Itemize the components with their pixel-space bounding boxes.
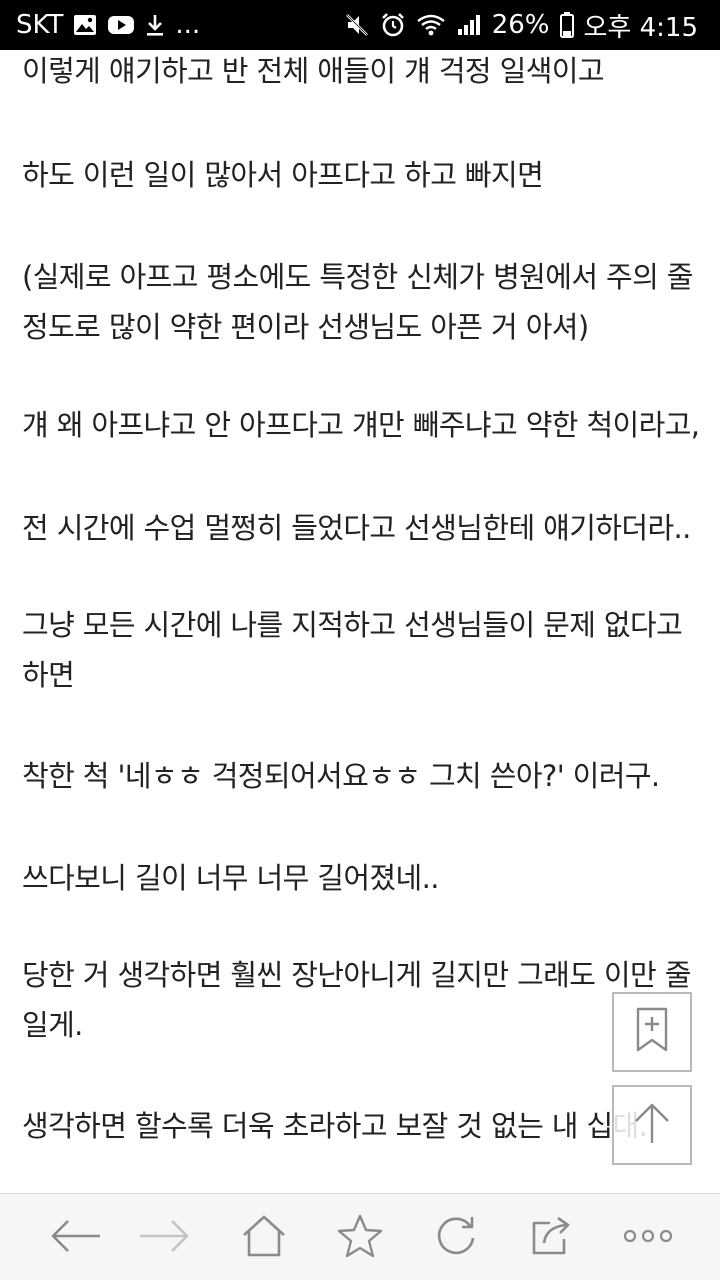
mute-icon — [344, 10, 370, 40]
paragraph-line: 당한 거 생각하면 훨씬 장난아니게 길지만 그래도 이만 줄 — [22, 958, 691, 992]
refresh-icon — [434, 1214, 478, 1262]
status-left: SKT ... — [16, 10, 200, 40]
paragraph: 이렇게 얘기하고 반 전체 애들이 걔 걱정 일색이고 — [22, 50, 698, 96]
arrow-up-icon — [632, 1101, 672, 1149]
bookmark-add-icon — [635, 1007, 669, 1057]
more-options-button[interactable] — [608, 1194, 688, 1281]
paragraph: 전 시간에 수업 멀쩡히 들었다고 선생님한테 얘기하더라.. — [22, 503, 698, 553]
paragraph-line: (실제로 아프고 평소에도 특정한 신체가 병원에서 주의 줄 — [22, 260, 693, 294]
star-icon — [337, 1214, 383, 1262]
more-icon — [622, 1228, 674, 1248]
status-bar: SKT ... 26% 오후 4:15 — [0, 0, 720, 50]
notification-overflow: ... — [175, 10, 201, 40]
carrier-label: SKT — [16, 10, 64, 40]
paragraph-line: 착한 척 '네ㅎㅎ 걱정되어서요ㅎㅎ 그치 쓴아?' 이러구. — [22, 759, 660, 793]
paragraph: (실제로 아프고 평소에도 특정한 신체가 병원에서 주의 줄 정도로 많이 약… — [22, 252, 698, 352]
home-icon — [241, 1215, 287, 1261]
back-arrow-icon — [50, 1219, 102, 1257]
paragraph-line: 일게. — [22, 1008, 83, 1042]
paragraph: 그냥 모든 시간에 나를 지적하고 선생님들이 문제 없다고 하면 — [22, 600, 698, 700]
paragraph-line: 하도 이런 일이 많아서 아프다고 하고 빠지면 — [22, 158, 544, 192]
alarm-icon — [380, 10, 406, 40]
add-bookmark-button[interactable] — [612, 992, 692, 1072]
signal-icon — [456, 10, 482, 40]
share-button[interactable] — [512, 1194, 592, 1281]
battery-percent: 26% — [491, 10, 550, 40]
paragraph: 쓰다보니 길이 너무 너무 길어졌네.. — [22, 853, 698, 903]
forward-button[interactable] — [124, 1194, 204, 1281]
paragraph: 당한 거 생각하면 훨씬 장난아니게 길지만 그래도 이만 줄 일게. — [22, 950, 698, 1050]
paragraph-line: 걔 왜 아프냐고 안 아프다고 걔만 빼주냐고 약한 척이라고, — [22, 408, 700, 442]
paragraph-line: 정도로 많이 약한 편이라 선생님도 아픈 거 아셔) — [22, 310, 589, 344]
paragraph-line: 전 시간에 수업 멀쩡히 들었다고 선생님한테 얘기하더라.. — [22, 511, 691, 545]
browser-toolbar — [0, 1193, 720, 1280]
clock-time: 오후 4:15 — [583, 12, 699, 43]
paragraph: 착한 척 '네ㅎㅎ 걱정되어서요ㅎㅎ 그치 쓴아?' 이러구. — [22, 751, 698, 801]
paragraph-line: 쓰다보니 길이 너무 너무 길어졌네.. — [22, 861, 439, 895]
back-button[interactable] — [36, 1194, 116, 1281]
forward-arrow-icon — [138, 1219, 190, 1257]
paragraph: 생각하면 할수록 더욱 초라하고 보잘 것 없는 내 십대. — [22, 1101, 698, 1151]
bookmark-button[interactable] — [320, 1194, 400, 1281]
paragraph: 걔 왜 아프냐고 안 아프다고 걔만 빼주냐고 약한 척이라고, — [22, 400, 700, 450]
refresh-button[interactable] — [416, 1194, 496, 1281]
share-icon — [530, 1215, 574, 1261]
home-button[interactable] — [224, 1194, 304, 1281]
wifi-icon — [416, 10, 446, 40]
paragraph-line: 이렇게 얘기하고 반 전체 애들이 걔 걱정 일색이고 — [22, 54, 605, 88]
battery-icon — [559, 10, 574, 40]
download-icon — [145, 10, 165, 40]
paragraph: 하도 이런 일이 많아서 아프다고 하고 빠지면 — [22, 150, 698, 200]
scroll-top-button[interactable] — [612, 1085, 692, 1165]
paragraph-line: 하면 — [22, 658, 75, 692]
gallery-icon — [73, 10, 97, 40]
status-right: 26% 오후 4:15 — [344, 7, 698, 44]
paragraph-line: 그냥 모든 시간에 나를 지적하고 선생님들이 문제 없다고 — [22, 608, 683, 642]
youtube-icon — [107, 10, 135, 40]
paragraph-line: 생각하면 할수록 더욱 초라하고 보잘 것 없는 내 십대. — [22, 1109, 648, 1143]
